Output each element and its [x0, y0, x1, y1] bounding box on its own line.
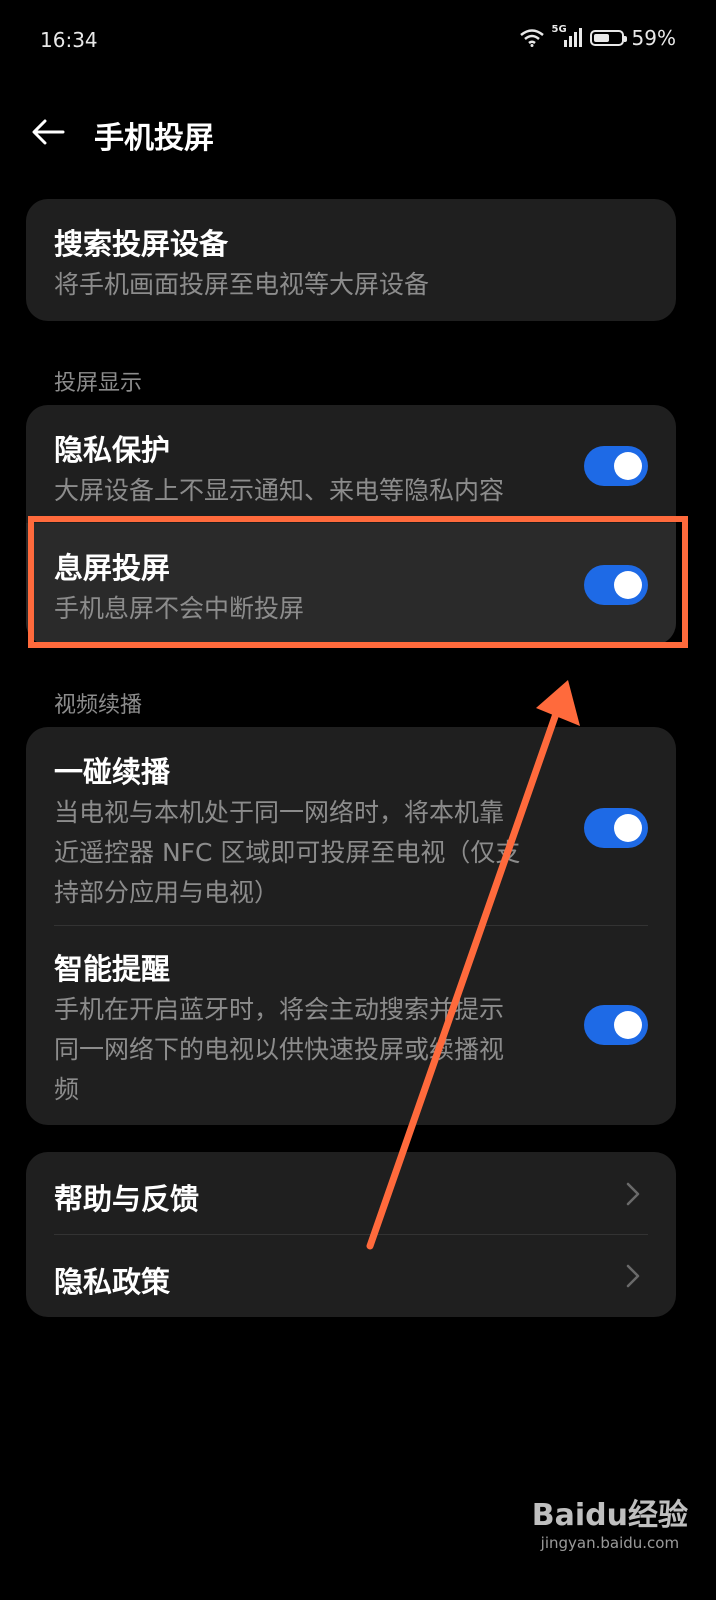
watermark: Baidu经验 jingyan.baidu.com — [532, 1490, 688, 1552]
annotation-arrow-icon — [366, 680, 580, 1250]
watermark-url: jingyan.baidu.com — [540, 1534, 680, 1552]
watermark-logo: Baidu经验 — [531, 1498, 688, 1533]
